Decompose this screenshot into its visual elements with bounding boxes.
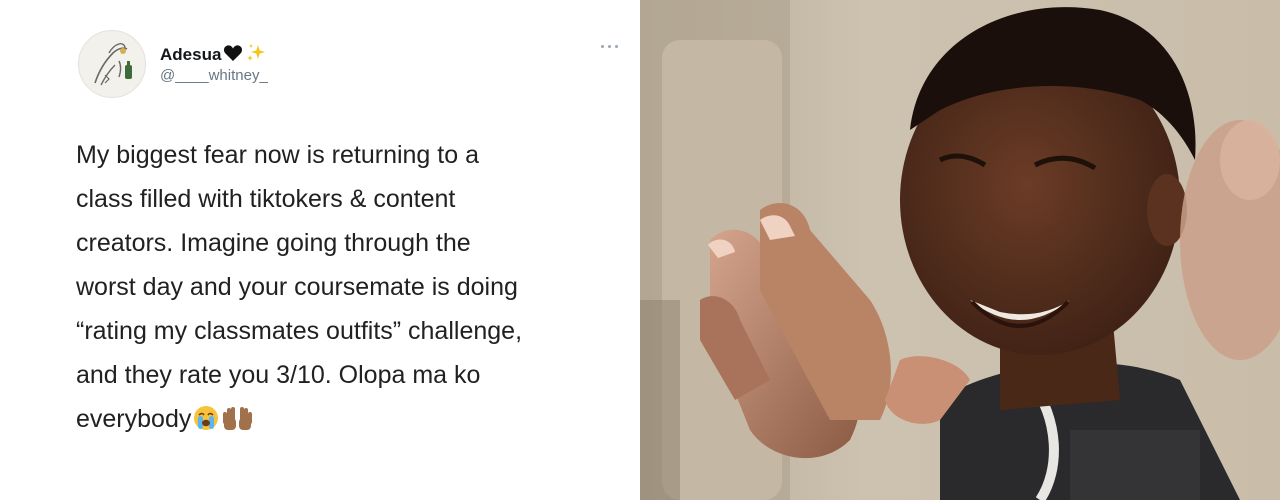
tweet-text: My biggest fear now is returning to a cl… xyxy=(76,133,632,446)
black-heart-icon xyxy=(223,44,243,67)
more-options-icon[interactable] xyxy=(598,38,624,54)
dot xyxy=(601,45,604,48)
handle[interactable]: @____whitney_ xyxy=(160,67,268,84)
tweet-line-6: and they rate you 3/10. Olopa ma ko xyxy=(76,361,481,389)
tweet-card: Adesua @____whitney_ My biggest fear now… xyxy=(0,0,640,500)
raised-hands-icon xyxy=(221,402,255,446)
tweet-line-5: “rating my classmates outfits” challenge… xyxy=(76,317,523,345)
tweet-line-1: My biggest fear now is returning to a xyxy=(76,141,479,169)
laughing-man-photo xyxy=(640,0,1280,500)
avatar[interactable] xyxy=(78,30,146,98)
tweet-line-7-text: everybody xyxy=(76,405,192,433)
tweet-line-3: creators. Imagine going through the xyxy=(76,229,471,257)
dot xyxy=(615,45,618,48)
dot xyxy=(608,45,611,48)
reaction-photo xyxy=(640,0,1280,500)
display-name-text: Adesua xyxy=(160,44,222,64)
tweet-line-4: worst day and your coursemate is doing xyxy=(76,273,518,301)
avatar-illustration-icon xyxy=(94,43,132,86)
tweet-line-7: everybody xyxy=(76,397,632,446)
display-name[interactable]: Adesua xyxy=(160,42,267,69)
loudly-crying-face-icon xyxy=(192,402,220,446)
tweet-line-2: class filled with tiktokers & content xyxy=(76,185,456,213)
sparkles-icon xyxy=(245,42,267,69)
